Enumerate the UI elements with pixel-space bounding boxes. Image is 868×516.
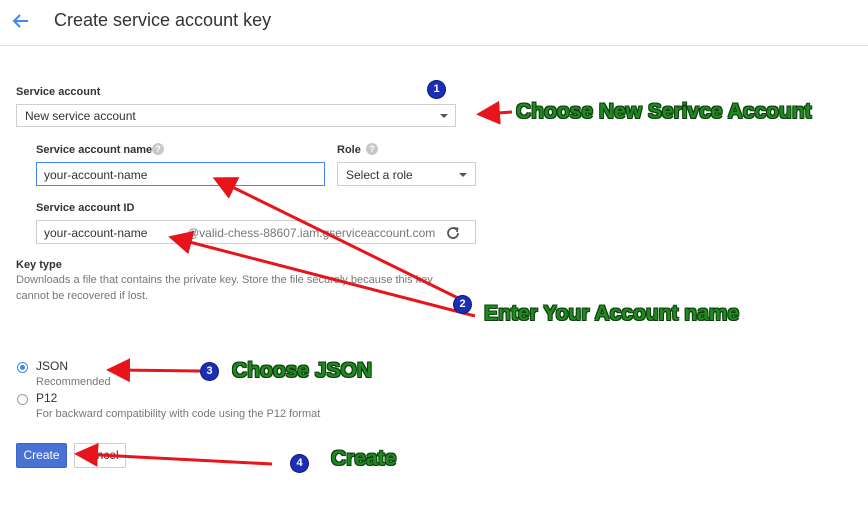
arrow-4 <box>74 442 273 467</box>
step-badge-2: 2 <box>454 296 471 313</box>
arrow-3 <box>106 358 201 383</box>
callout-enter-account-name: Enter Your Account name <box>484 302 740 325</box>
step-badge-4: 4 <box>291 455 308 472</box>
step-badge-1: 1 <box>428 81 445 98</box>
callout-choose-service-account: Choose New Serivce Account <box>516 100 812 123</box>
callout-choose-json: Choose JSON <box>232 359 373 382</box>
step-badge-3: 3 <box>201 363 218 380</box>
arrow-2b <box>168 230 476 318</box>
callout-create: Create <box>331 447 397 470</box>
arrow-1 <box>476 100 513 125</box>
annotation-arrows <box>74 100 513 467</box>
